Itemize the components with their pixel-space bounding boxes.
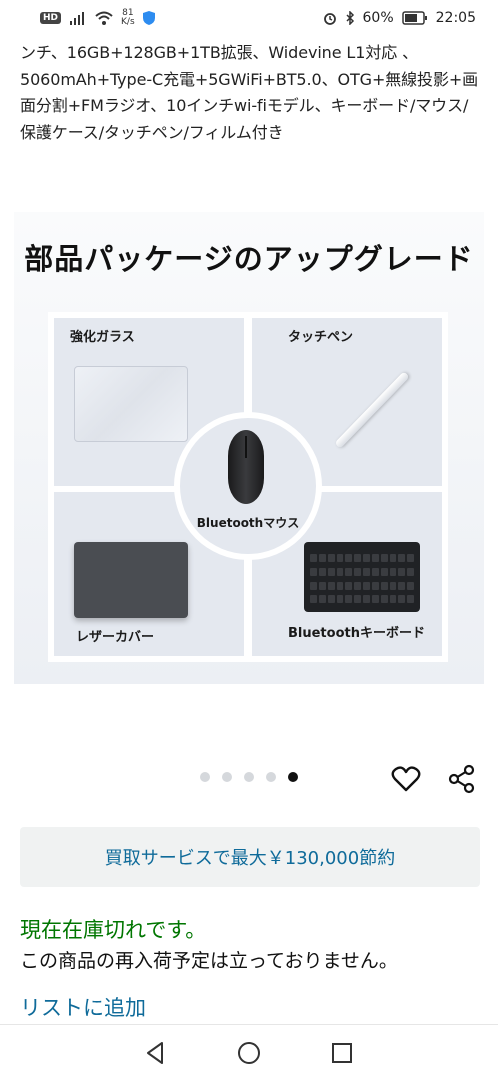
restock-note: この商品の再入荷予定は立っておりません。 — [20, 950, 398, 972]
stock-status: 現在在庫切れです。 — [20, 918, 207, 942]
wifi-icon — [95, 11, 113, 25]
accessory-label: Bluetoothマウス — [196, 516, 300, 530]
product-title: ンチ、16GB+128GB+1TB拡張、Widevine L1対応 、5060m… — [20, 43, 479, 142]
back-icon[interactable] — [143, 1040, 169, 1066]
carousel-dot[interactable] — [244, 772, 254, 782]
accessory-mouse: Bluetoothマウス — [174, 412, 322, 560]
carousel-indicator[interactable] — [200, 772, 298, 782]
clock: 22:05 — [435, 10, 476, 26]
network-speed: 81 K/s — [121, 8, 135, 27]
mouse-image — [228, 430, 264, 504]
navigation-bar — [0, 1024, 498, 1080]
add-to-list-link[interactable]: リストに追加 — [20, 992, 146, 1022]
keyboard-image — [304, 542, 420, 612]
hd-badge: HD — [40, 12, 62, 24]
home-icon[interactable] — [236, 1040, 262, 1066]
tempered-glass-image — [74, 366, 188, 442]
image-heading: 部品パッケージのアップグレード — [24, 242, 474, 276]
carousel-dot[interactable] — [266, 772, 276, 782]
accessory-label: Bluetoothキーボード — [288, 626, 425, 641]
tradein-button[interactable]: 買取サービスで最大￥130,000節約 — [20, 827, 480, 887]
leather-cover-image — [74, 542, 188, 618]
accessory-label: 強化ガラス — [70, 330, 135, 345]
status-bar: HD 81 K/s 60% 22:05 — [0, 0, 498, 36]
carousel-dot[interactable] — [222, 772, 232, 782]
accessory-label: タッチペン — [288, 330, 354, 345]
share-icon[interactable] — [447, 764, 477, 794]
recents-icon[interactable] — [329, 1040, 355, 1066]
signal-icon — [70, 12, 85, 25]
battery-percent: 60% — [362, 10, 394, 26]
accessory-grid: 強化ガラス タッチペン レザーカバー Bluetoothキーボード Blueto… — [48, 312, 448, 662]
shield-icon — [142, 11, 155, 25]
touch-pen-image — [334, 371, 410, 449]
heart-icon[interactable] — [391, 764, 421, 794]
carousel-dot[interactable] — [200, 772, 210, 782]
bluetooth-icon — [345, 11, 354, 25]
carousel-dot-active[interactable] — [288, 772, 298, 782]
accessory-label: レザーカバー — [76, 630, 155, 645]
product-image[interactable]: 部品パッケージのアップグレード 強化ガラス タッチペン レザーカバー Bluet… — [14, 212, 484, 684]
alarm-icon — [323, 13, 336, 25]
battery-icon — [401, 11, 427, 25]
